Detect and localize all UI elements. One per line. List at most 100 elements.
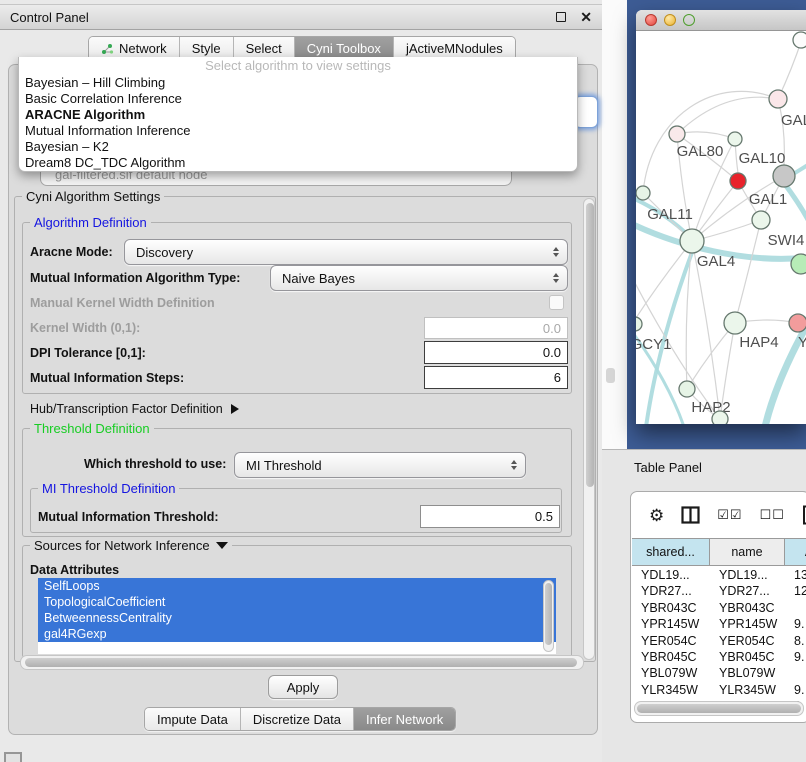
close-button[interactable] — [645, 14, 657, 26]
cell: YBL079W — [632, 665, 710, 681]
hub-definition-toggle[interactable]: Hub/Transcription Factor Definition — [30, 397, 239, 421]
select-all-icon[interactable]: ☑☑ — [717, 507, 742, 523]
algorithm-option-mutual-information-inference[interactable]: Mutual Information Inference — [19, 123, 577, 139]
deselect-all-icon[interactable]: ☐☐ — [760, 507, 785, 523]
gear-icon[interactable]: ⚙ — [649, 507, 664, 524]
network-node-gal80[interactable] — [669, 126, 685, 142]
cell: 9. — [785, 616, 806, 632]
attribute-selfloops[interactable]: SelfLoops — [38, 578, 556, 594]
close-icon[interactable]: ✕ — [580, 9, 592, 26]
minimize-button[interactable] — [664, 14, 676, 26]
tab-infer-network[interactable]: Infer Network — [353, 708, 455, 730]
cell: YDL19... — [632, 567, 710, 583]
document-icon[interactable] — [802, 505, 806, 525]
cell: 12 — [785, 583, 806, 599]
network-node-gal10[interactable] — [728, 132, 742, 146]
table-row[interactable]: YLR345WYLR345W9. — [632, 682, 806, 698]
node-label-gal11: GAL11 — [647, 206, 693, 223]
mi-threshold-value: 0.5 — [535, 509, 553, 524]
node-label-gal: GAL — [781, 112, 806, 129]
network-nodes: GALGAL80GAL10GAL1GAL11GAL4SWI4GCY1HAP4YH… — [636, 32, 806, 424]
attribute-betweennesscentrality[interactable]: BetweennessCentrality — [38, 610, 556, 626]
tab-label: Select — [246, 41, 282, 56]
cell: YPR145W — [632, 616, 710, 632]
column-header-name[interactable]: name — [710, 539, 785, 565]
network-node-gal1[interactable] — [752, 211, 770, 229]
settings-vscrollbar[interactable] — [583, 198, 595, 660]
node-label-swi4: SWI4 — [768, 232, 805, 249]
algorithm-option-basic-correlation-inference[interactable]: Basic Correlation Inference — [19, 91, 577, 107]
column-header-shared[interactable]: shared... — [632, 539, 710, 565]
manual-kernel-label: Manual Kernel Width Definition — [30, 291, 215, 315]
control-panel-title: Control Panel — [10, 10, 556, 25]
mi-type-combo[interactable]: Naive Bayes — [270, 265, 568, 291]
collapse-down-icon — [216, 542, 228, 549]
which-threshold-combo[interactable]: MI Threshold — [234, 452, 526, 478]
attributes-scrollbar[interactable] — [543, 580, 554, 652]
mi-threshold-field[interactable]: 0.5 — [420, 505, 560, 528]
network-node[interactable] — [712, 411, 728, 424]
table-row[interactable]: YBR043CYBR043C — [632, 600, 806, 616]
attribute-gal4rgexp[interactable]: gal4RGexp — [38, 626, 556, 642]
algorithm-options: Bayesian – Hill ClimbingBasic Correlatio… — [19, 75, 577, 171]
algorithm-dropdown-popup: Select algorithm to view settings Bayesi… — [18, 57, 578, 172]
column-header-a[interactable]: A — [785, 539, 806, 565]
table-row[interactable]: YDL19...YDL19...13 — [632, 567, 806, 583]
cell: 9. — [785, 649, 806, 665]
tab-discretize-data[interactable]: Discretize Data — [240, 708, 353, 730]
sources-title[interactable]: Sources for Network Inference — [30, 538, 232, 553]
tab-label: Style — [192, 41, 221, 56]
table-row[interactable]: YBR045CYBR045C9. — [632, 649, 806, 665]
mi-steps-field[interactable]: 6 — [424, 366, 568, 389]
network-window-titlebar[interactable] — [636, 10, 806, 31]
tab-impute-data[interactable]: Impute Data — [145, 708, 240, 730]
algorithm-option-bayesian-hill-climbing[interactable]: Bayesian – Hill Climbing — [19, 75, 577, 91]
split-columns-icon[interactable] — [681, 506, 700, 524]
network-node-gcy1[interactable] — [636, 317, 642, 331]
cell: YPR145W — [710, 616, 785, 632]
table-hscrollbar[interactable] — [634, 701, 804, 716]
data-attributes-list[interactable]: SelfLoopsTopologicalCoefficientBetweenne… — [38, 578, 556, 654]
algorithm-option-aracne-algorithm[interactable]: ARACNE Algorithm — [19, 107, 577, 123]
network-canvas[interactable]: GALGAL80GAL10GAL1GAL11GAL4SWI4GCY1HAP4YH… — [636, 31, 806, 424]
apply-button[interactable]: Apply — [268, 675, 338, 699]
edge — [784, 183, 806, 229]
splitter-collapse-handle[interactable] — [606, 368, 615, 383]
table-row[interactable]: YPR145WYPR145W9. — [632, 616, 806, 632]
network-node-gal[interactable] — [769, 90, 787, 108]
table-row[interactable]: YBL079WYBL079W — [632, 665, 806, 681]
algorithm-option-dream8-dc-tdc-algorithm[interactable]: Dream8 DC_TDC Algorithm — [19, 155, 577, 171]
minimized-panel-icon[interactable] — [4, 752, 22, 762]
aracne-mode-combo[interactable]: Discovery — [124, 239, 568, 265]
network-node-y[interactable] — [789, 314, 806, 332]
attribute-topologicalcoefficient[interactable]: TopologicalCoefficient — [38, 594, 556, 610]
combo-arrows-icon — [547, 247, 565, 257]
float-window-icon[interactable] — [556, 12, 566, 22]
mi-threshold-title: MI Threshold Definition — [38, 481, 179, 496]
network-node-swi4[interactable] — [791, 254, 806, 274]
network-node[interactable] — [793, 32, 806, 48]
dpi-tolerance-field[interactable]: 0.0 — [424, 341, 568, 364]
network-view-window: GALGAL80GAL10GAL1GAL11GAL4SWI4GCY1HAP4YH… — [636, 10, 806, 424]
settings-hscrollbar[interactable] — [20, 655, 584, 670]
network-node-gal4[interactable] — [680, 229, 704, 253]
zoom-button[interactable] — [683, 14, 695, 26]
network-node-gal11[interactable] — [636, 186, 650, 200]
manual-kernel-checkbox[interactable] — [549, 295, 564, 310]
aracne-mode-label: Aracne Mode: — [30, 240, 113, 264]
network-node-hap4[interactable] — [724, 312, 746, 334]
network-node[interactable] — [730, 173, 746, 189]
table-row[interactable]: YER054CYER054C8. — [632, 633, 806, 649]
dpi-tolerance-value: 0.0 — [543, 345, 561, 360]
network-node[interactable] — [773, 165, 795, 187]
mi-type-label: Mutual Information Algorithm Type: — [30, 266, 240, 290]
cell: YER054C — [632, 633, 710, 649]
cell — [785, 665, 806, 681]
kernel-width-field[interactable]: 0.0 — [424, 317, 568, 339]
cell — [785, 600, 806, 616]
table-row[interactable]: YDR27...YDR27...12 — [632, 583, 806, 599]
network-node-hap2[interactable] — [679, 381, 695, 397]
algorithm-option-bayesian-k2[interactable]: Bayesian – K2 — [19, 139, 577, 155]
cell: YDL19... — [710, 567, 785, 583]
cell: YDR27... — [632, 583, 710, 599]
